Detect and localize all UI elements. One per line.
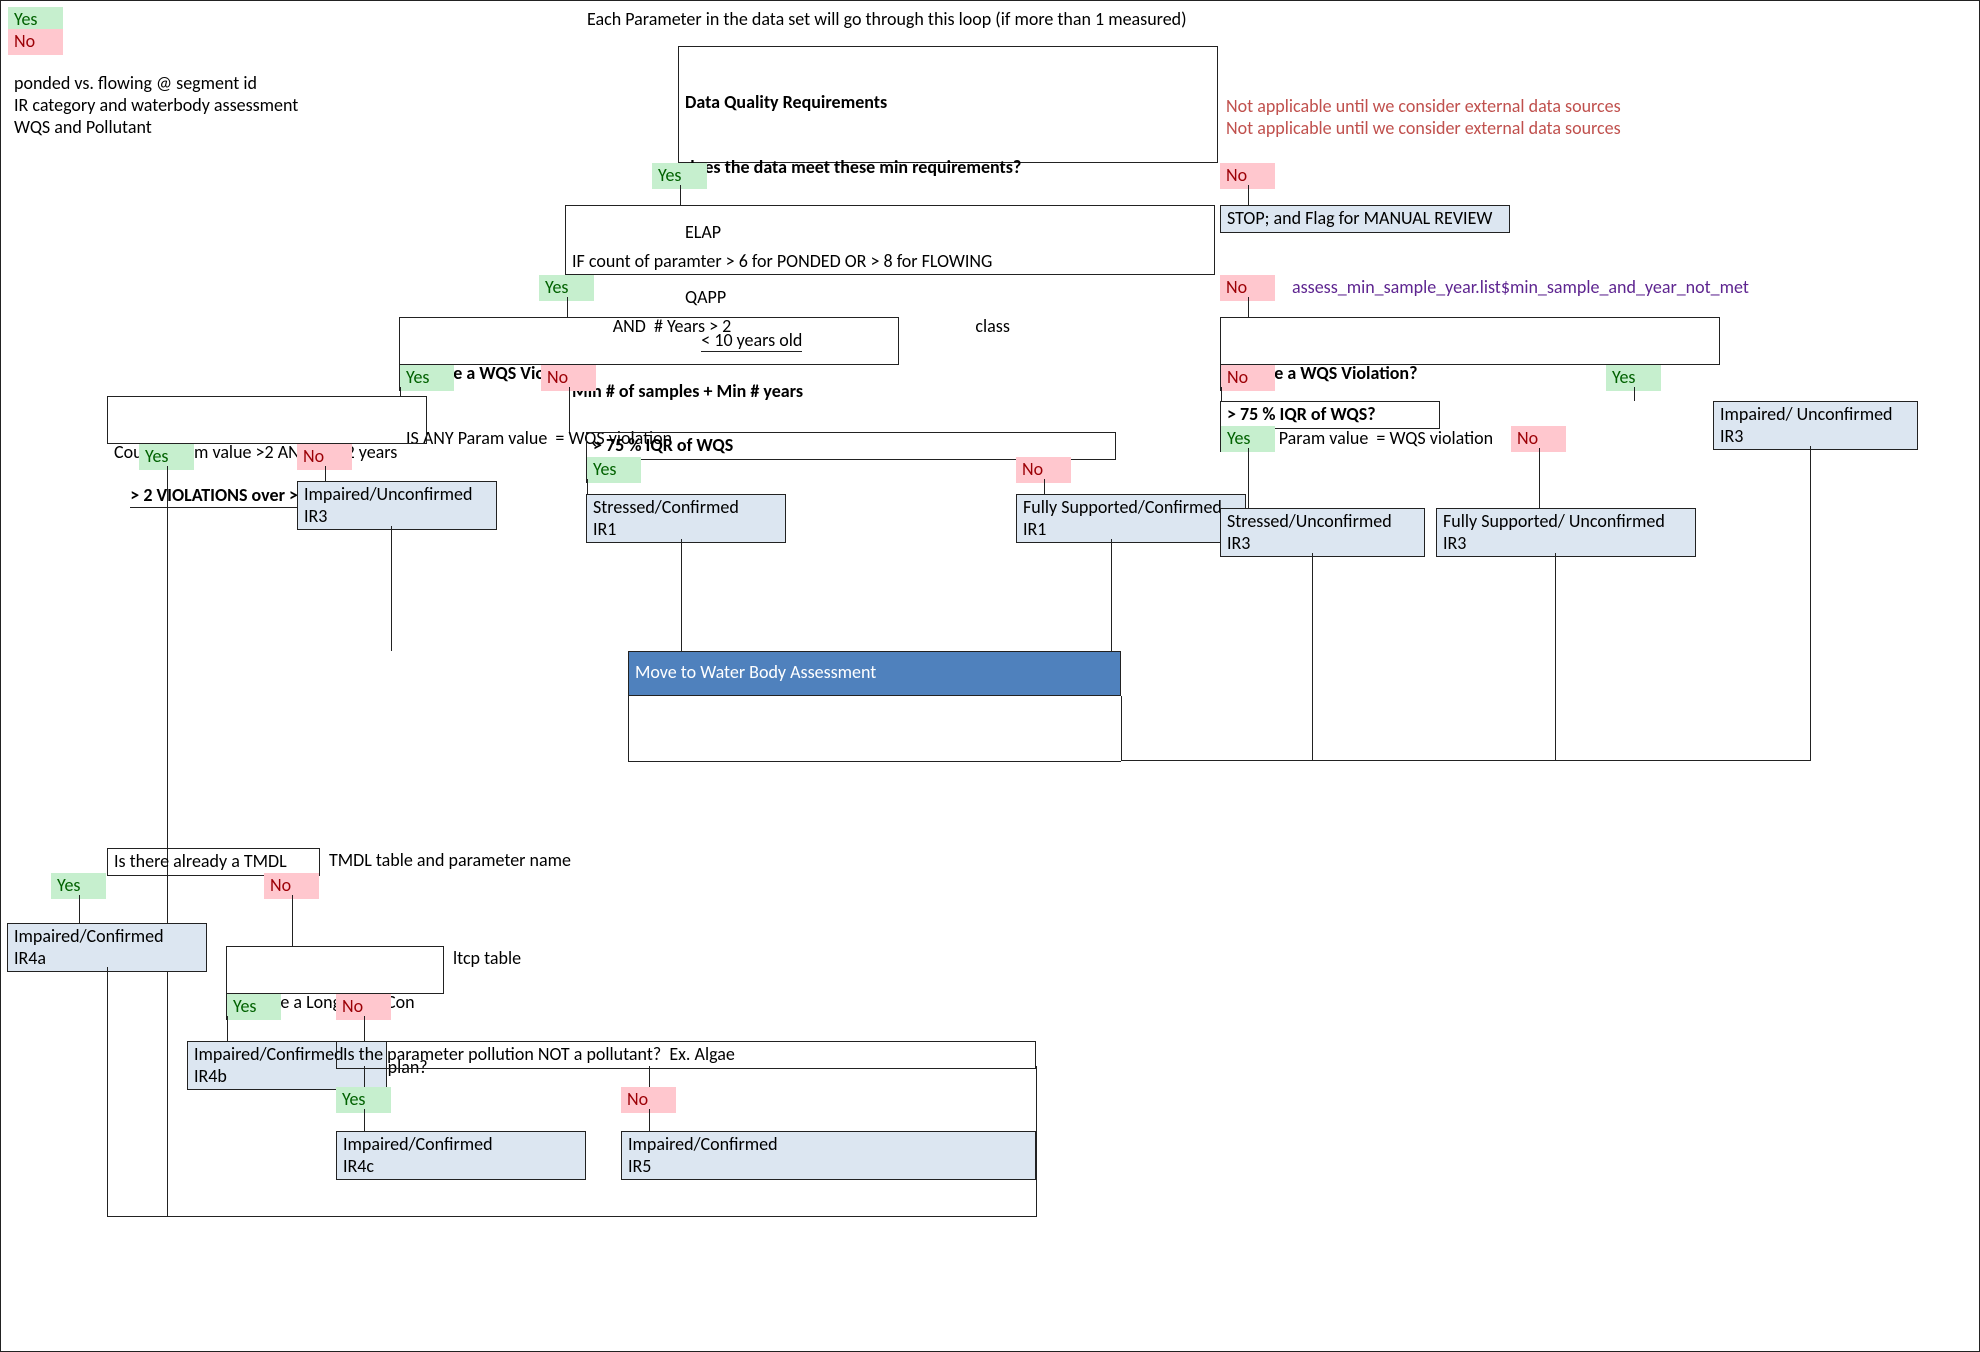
connector [400, 387, 401, 396]
connector [1111, 539, 1112, 651]
connector [1248, 185, 1249, 205]
connector [391, 526, 392, 651]
connector [1539, 448, 1540, 508]
out-ir5: Impaired/Confirmed IR5 [621, 1131, 1036, 1180]
connector [364, 1109, 365, 1131]
out-stressed-unc: Stressed/Unconfirmed IR3 [1220, 508, 1425, 557]
min-samples-box: IF count of paramter > 6 for PONDED OR >… [565, 205, 1215, 275]
wqs-right-box: Is there a WQS Violation? IS ANY Param v… [1220, 317, 1720, 365]
data-quality-box: Data Quality Requirements does the data … [678, 46, 1218, 163]
connector [681, 539, 682, 651]
connector [1555, 553, 1556, 761]
connector [227, 1016, 228, 1041]
count-param-box: Count Param value >2 AND in > 2 years > … [107, 396, 427, 444]
connector [1121, 696, 1122, 761]
tmdl-side: TMDL table and parameter name [323, 848, 577, 874]
out-full-unc: Fully Supported/ Unconfirmed IR3 [1436, 508, 1696, 557]
connector [1634, 387, 1635, 401]
connector [79, 895, 80, 923]
min-line-1: IF count of paramter > 6 for PONDED OR >… [572, 251, 1208, 273]
connector [649, 1066, 650, 1087]
dq-na-2: Not applicable until we consider externa… [1220, 116, 1627, 142]
connector [1248, 448, 1249, 508]
connector [1221, 387, 1222, 401]
wqs-right-no: No [1220, 365, 1275, 391]
connector [1248, 297, 1249, 317]
connector [569, 387, 570, 432]
dq-stop: STOP; and Flag for MANUAL REVIEW [1220, 205, 1510, 233]
tmdl-box: Is there already a TMDL [107, 848, 320, 876]
flowchart-canvas: Yes No Each Parameter in the data set wi… [0, 0, 1980, 1352]
iqr-right-box: > 75 % IQR of WQS? [1220, 401, 1440, 429]
connector-loop [1036, 1066, 1037, 1216]
out-ir4a: Impaired/Confirmed IR4a [7, 923, 207, 972]
wqs-left-yes: Yes [399, 365, 454, 391]
wqs-right-sub: IS ANY Param value = WQS violation [1227, 428, 1713, 450]
connector [364, 1066, 365, 1087]
out-ir4c: Impaired/Confirmed IR4c [336, 1131, 586, 1180]
intro-line-3: WQS and Pollutant [8, 115, 158, 141]
connector-h [628, 761, 1121, 762]
ltcp-box: IS there a Long Term Con OR other restor… [226, 946, 444, 994]
dq-heading-2: does the data meet these min requirement… [685, 157, 1211, 179]
connector [587, 479, 588, 494]
connector [364, 1016, 365, 1041]
iqr-left-box: > 75 % IQR of WQS [586, 432, 1116, 460]
move-box: Move to Water Body Assessment [628, 651, 1121, 696]
dq-heading-1: Data Quality Requirements [685, 92, 1211, 114]
ltcp-yes: Yes [226, 994, 281, 1020]
out-stressed-conf: Stressed/Confirmed IR1 [586, 494, 786, 543]
connector-h [1121, 760, 1811, 761]
ltcp-side: ltcp table [447, 946, 527, 972]
pollutant-box: Is the parameter pollution NOT a polluta… [336, 1041, 1036, 1069]
out-impaired-unc-a: Impaired/Unconfirmed IR3 [297, 481, 497, 530]
out-impaired-unc-b: Impaired/ Unconfirmed IR3 [1713, 401, 1918, 450]
out-full-conf: Fully Supported/Confirmed IR1 [1016, 494, 1246, 543]
connector [1810, 446, 1811, 761]
iqr-left-yes: Yes [586, 457, 641, 483]
connector [1044, 479, 1045, 494]
connector [567, 297, 568, 317]
connector [680, 185, 681, 205]
wqs-left-heading: Is there a WQS Violation [406, 363, 892, 385]
connector-yes-long [167, 466, 168, 1216]
connector-loop-h [107, 1216, 1037, 1217]
min-note: assess_min_sample_year.list$min_sample_a… [1286, 275, 1755, 301]
connector [628, 696, 629, 761]
connector [325, 466, 326, 481]
connector [1312, 553, 1313, 761]
connector [649, 1109, 650, 1131]
title: Each Parameter in the data set will go t… [581, 7, 1193, 33]
connector-loop [107, 967, 108, 1216]
legend-no: No [8, 29, 63, 55]
wqs-left-box: Is there a WQS Violation IS ANY Param va… [399, 317, 899, 365]
connector [292, 895, 293, 946]
